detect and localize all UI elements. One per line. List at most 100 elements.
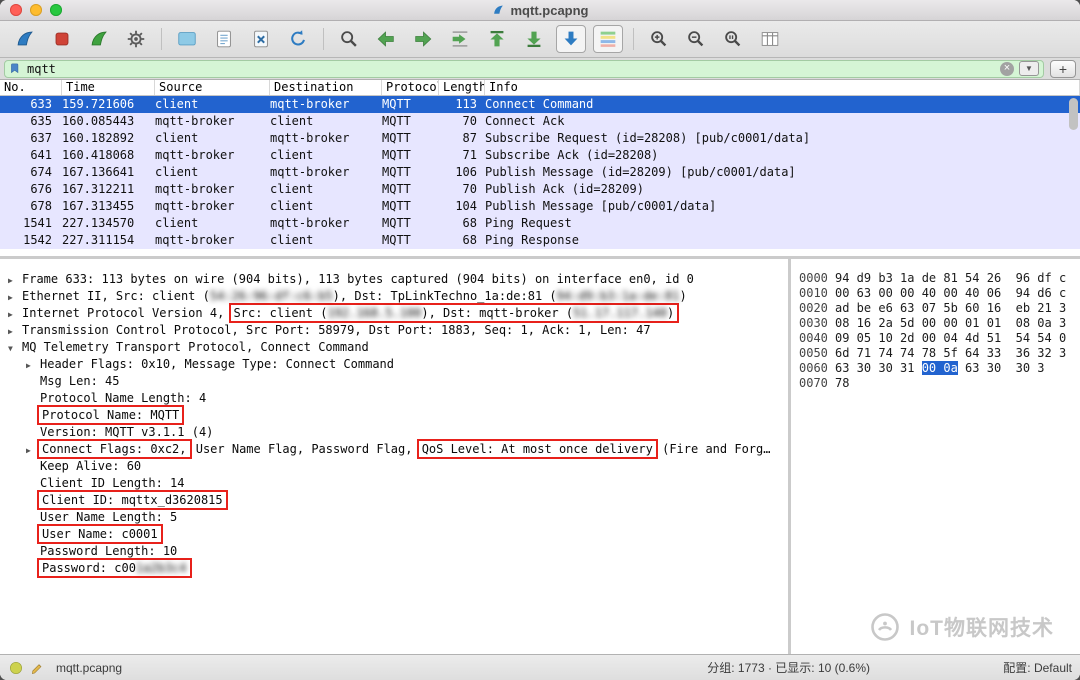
zoom-in-button[interactable] bbox=[644, 25, 674, 53]
hex-line[interactable]: 007078 bbox=[799, 376, 1080, 391]
detail-line[interactable]: Password: c001a2b3c4 bbox=[0, 560, 788, 577]
hex-line[interactable]: 003008 16 2a 5d 00 00 01 01 08 0a 3 bbox=[799, 316, 1080, 331]
zoom-original-button[interactable] bbox=[718, 25, 748, 53]
packet-row[interactable]: 678167.313455mqtt-brokerclientMQTT104Pub… bbox=[0, 198, 1080, 215]
display-filter-value[interactable]: mqtt bbox=[27, 61, 995, 77]
go-to-packet-button[interactable] bbox=[445, 25, 475, 53]
detail-line[interactable]: ▶Transmission Control Protocol, Src Port… bbox=[0, 322, 788, 339]
start-capture-button[interactable] bbox=[10, 25, 40, 53]
detail-line[interactable]: Password Length: 10 bbox=[0, 543, 788, 560]
detail-text: Client ID: mqttx_d3620815 bbox=[42, 493, 223, 507]
reload-file-button[interactable] bbox=[283, 25, 313, 53]
expand-arrow-icon[interactable]: ▶ bbox=[8, 306, 22, 323]
packet-row[interactable]: 676167.312211mqtt-brokerclientMQTT70Publ… bbox=[0, 181, 1080, 198]
detail-line[interactable]: Protocol Name: MQTT bbox=[0, 407, 788, 424]
packet-row[interactable]: 641160.418068mqtt-brokerclientMQTT71Subs… bbox=[0, 147, 1080, 164]
go-last-packet-button[interactable] bbox=[519, 25, 549, 53]
detail-line[interactable]: Client ID Length: 14 bbox=[0, 475, 788, 492]
filter-bookmark-icon[interactable] bbox=[9, 62, 22, 75]
filter-add-button[interactable]: + bbox=[1050, 60, 1076, 78]
display-filter-input[interactable]: mqtt × ▼ bbox=[4, 60, 1044, 78]
packet-row[interactable]: 1541227.134570clientmqtt-brokerMQTT68Pin… bbox=[0, 215, 1080, 232]
toolbar-separator bbox=[323, 28, 324, 50]
close-capture-file-button[interactable] bbox=[246, 25, 276, 53]
packet-cell: 113 bbox=[439, 96, 485, 113]
auto-scroll-toggle-button[interactable] bbox=[556, 25, 586, 53]
title-bar: mqtt.pcapng bbox=[0, 0, 1080, 21]
scrollbar-thumb[interactable] bbox=[1069, 98, 1078, 130]
stop-capture-button[interactable] bbox=[47, 25, 77, 53]
detail-line[interactable]: Client ID: mqttx_d3620815 bbox=[0, 492, 788, 509]
packet-cell: 633 bbox=[0, 96, 62, 113]
detail-text: MQ Telemetry Transport Protocol, Connect… bbox=[22, 340, 369, 354]
column-header-no[interactable]: No. bbox=[0, 80, 62, 95]
zoom-in-icon bbox=[648, 28, 670, 50]
packet-list-scrollbar[interactable] bbox=[1069, 98, 1078, 252]
detail-line[interactable]: User Name: c0001 bbox=[0, 526, 788, 543]
detail-line[interactable]: ▶Frame 633: 113 bytes on wire (904 bits)… bbox=[0, 271, 788, 288]
detail-line[interactable]: ▶Header Flags: 0x10, Message Type: Conne… bbox=[0, 356, 788, 373]
detail-line[interactable]: Keep Alive: 60 bbox=[0, 458, 788, 475]
detail-text: Internet Protocol Version 4, bbox=[22, 306, 232, 320]
detail-line[interactable]: User Name Length: 5 bbox=[0, 509, 788, 526]
packet-row[interactable]: 674167.136641clientmqtt-brokerMQTT106Pub… bbox=[0, 164, 1080, 181]
close-window-button[interactable] bbox=[10, 4, 22, 16]
detail-line[interactable]: ▶Connect Flags: 0xc2, User Name Flag, Pa… bbox=[0, 441, 788, 458]
packet-cell: MQTT bbox=[382, 181, 439, 198]
expand-arrow-icon[interactable]: ▶ bbox=[8, 323, 22, 340]
column-header-protocol[interactable]: Protocol bbox=[382, 80, 439, 95]
column-header-source[interactable]: Source bbox=[155, 80, 270, 95]
go-forward-button[interactable] bbox=[408, 25, 438, 53]
statusbar-packet-counts: 分组: 1773 · 已显示: 10 (0.6%) bbox=[707, 659, 870, 676]
detail-line[interactable]: ▶Internet Protocol Version 4, Src: clien… bbox=[0, 305, 788, 322]
packet-row[interactable]: 1542227.311154mqtt-brokerclientMQTT68Pin… bbox=[0, 232, 1080, 249]
packet-row[interactable]: 633159.721606clientmqtt-brokerMQTT113Con… bbox=[0, 96, 1080, 113]
expand-arrow-icon[interactable]: ▶ bbox=[26, 442, 40, 459]
packet-cell: MQTT bbox=[382, 198, 439, 215]
zoom-out-button[interactable] bbox=[681, 25, 711, 53]
detail-line[interactable]: Protocol Name Length: 4 bbox=[0, 390, 788, 407]
go-back-button[interactable] bbox=[371, 25, 401, 53]
filter-dropdown-icon[interactable]: ▼ bbox=[1019, 61, 1039, 76]
resize-columns-button[interactable] bbox=[755, 25, 785, 53]
fullscreen-window-button[interactable] bbox=[50, 4, 62, 16]
find-packet-button[interactable] bbox=[334, 25, 364, 53]
minimize-window-button[interactable] bbox=[30, 4, 42, 16]
collapse-arrow-icon[interactable]: ▼ bbox=[8, 340, 22, 357]
stop-icon bbox=[51, 28, 73, 50]
detail-line[interactable]: Version: MQTT v3.1.1 (4) bbox=[0, 424, 788, 441]
open-capture-file-button[interactable] bbox=[172, 25, 202, 53]
capture-options-button[interactable] bbox=[121, 25, 151, 53]
expand-arrow-icon[interactable]: ▶ bbox=[8, 272, 22, 289]
column-header-length[interactable]: Length bbox=[439, 80, 485, 95]
hex-line[interactable]: 006063 30 30 31 00 0a 63 30 30 3 bbox=[799, 361, 1080, 376]
hex-line[interactable]: 001000 63 00 00 40 00 40 06 94 d6 c bbox=[799, 286, 1080, 301]
packet-cell: Publish Message [pub/c0001/data] bbox=[485, 198, 1080, 215]
go-first-packet-button[interactable] bbox=[482, 25, 512, 53]
hex-line[interactable]: 0020ad be e6 63 07 5b 60 16 eb 21 3 bbox=[799, 301, 1080, 316]
expand-arrow-icon[interactable]: ▶ bbox=[8, 289, 22, 306]
filter-clear-icon[interactable]: × bbox=[1000, 62, 1014, 76]
detail-line[interactable]: ▶Ethernet II, Src: client (54:26:96:df:c… bbox=[0, 288, 788, 305]
shark-fin-restart-icon bbox=[88, 28, 110, 50]
detail-line[interactable]: ▼MQ Telemetry Transport Protocol, Connec… bbox=[0, 339, 788, 356]
expert-info-icon[interactable] bbox=[8, 660, 24, 676]
detail-line[interactable]: Msg Len: 45 bbox=[0, 373, 788, 390]
capture-comment-pencil-icon[interactable] bbox=[30, 660, 46, 676]
hex-line[interactable]: 004009 05 10 2d 00 04 4d 51 54 54 0 bbox=[799, 331, 1080, 346]
expand-arrow-icon[interactable]: ▶ bbox=[26, 357, 40, 374]
hex-line[interactable]: 00506d 71 74 74 78 5f 64 33 36 32 3 bbox=[799, 346, 1080, 361]
packet-cell: mqtt-broker bbox=[155, 198, 270, 215]
column-header-destination[interactable]: Destination bbox=[270, 80, 382, 95]
wireshark-window: mqtt.pcapng mqtt × ▼ + bbox=[0, 0, 1080, 680]
column-header-info[interactable]: Info bbox=[485, 80, 1080, 95]
hex-line[interactable]: 000094 d9 b3 1a de 81 54 26 96 df c bbox=[799, 271, 1080, 286]
save-capture-file-button[interactable] bbox=[209, 25, 239, 53]
colorize-toggle-button[interactable] bbox=[593, 25, 623, 53]
detail-text: Header Flags: 0x10, Message Type: Connec… bbox=[40, 357, 394, 371]
packet-row[interactable]: 635160.085443mqtt-brokerclientMQTT70Conn… bbox=[0, 113, 1080, 130]
column-header-time[interactable]: Time bbox=[62, 80, 155, 95]
packet-row[interactable]: 637160.182892clientmqtt-brokerMQTT87Subs… bbox=[0, 130, 1080, 147]
restart-capture-button[interactable] bbox=[84, 25, 114, 53]
statusbar-profile[interactable]: 配置: Default bbox=[1003, 659, 1072, 676]
